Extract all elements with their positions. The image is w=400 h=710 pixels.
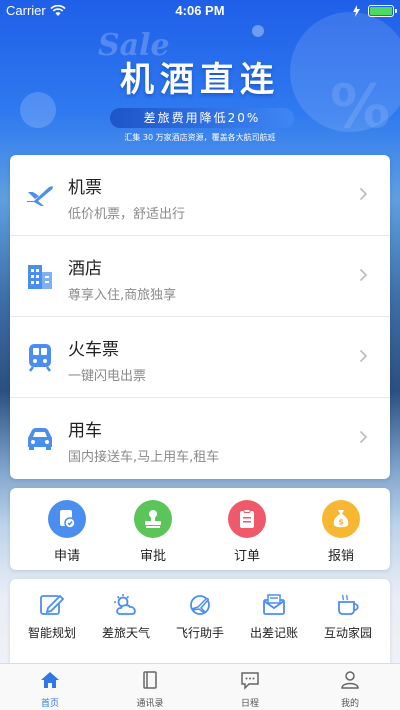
reimburse-button[interactable]: $ 报销 (311, 500, 371, 564)
coffee-cup-icon (338, 594, 359, 615)
decor-circle (252, 25, 264, 37)
car-icon (28, 428, 52, 450)
hotel-building-icon (28, 265, 52, 289)
travel-weather-button[interactable]: 差旅天气 (88, 593, 164, 641)
order-clipboard-icon (228, 500, 266, 538)
chevron-right-icon (359, 430, 368, 444)
chevron-right-icon (359, 187, 368, 201)
tool-label: 出差记账 (249, 626, 298, 640)
weather-icon (114, 594, 136, 615)
application-doc-icon (48, 500, 86, 538)
tool-label: 智能规划 (27, 626, 76, 640)
train-icon (29, 344, 51, 372)
service-name: 机票 (68, 178, 102, 198)
tool-label: 互动家园 (323, 626, 372, 640)
service-row-car[interactable]: 用车 国内接送车,马上用车,租车 (10, 398, 390, 479)
tools-card: 智能规划 差旅天气 飞行助手 出差记账 互动家园 (10, 579, 390, 663)
contacts-book-icon (143, 671, 157, 689)
service-row-train[interactable]: 火车票 一键闪电出票 (10, 317, 390, 398)
money-bag-icon: $ (322, 500, 360, 538)
apply-label: 申请 (53, 549, 80, 564)
chevron-right-icon (359, 349, 368, 363)
tab-label: 首页 (40, 699, 59, 709)
approve-button[interactable]: 审批 (123, 500, 183, 564)
expense-log-button[interactable]: 出差记账 (236, 593, 312, 641)
banner-subtitle: 差旅费用降低20% (110, 108, 294, 128)
community-button[interactable]: 互动家园 (310, 593, 386, 641)
service-name: 火车票 (68, 340, 119, 360)
tab-contacts[interactable]: 通讯录 (100, 670, 200, 709)
service-desc: 尊享入住,商旅独享 (68, 288, 177, 303)
schedule-chat-icon (241, 672, 259, 690)
chevron-right-icon (359, 268, 368, 282)
tool-label: 飞行助手 (175, 626, 224, 640)
workflow-card: 申请 审批 订单 $ 报销 (10, 488, 390, 570)
service-desc: 低价机票，舒适出行 (68, 207, 186, 222)
tab-label: 我的 (340, 699, 359, 709)
service-name: 用车 (68, 421, 102, 441)
edit-plan-icon (40, 594, 65, 615)
flight-assistant-button[interactable]: 飞行助手 (162, 593, 238, 641)
profile-person-icon (341, 671, 359, 689)
order-button[interactable]: 订单 (217, 500, 277, 564)
service-row-flight[interactable]: 机票 低价机票，舒适出行 (10, 155, 390, 236)
tab-profile[interactable]: 我的 (300, 670, 400, 709)
promo-banner[interactable]: % Sale 机酒直连 差旅费用降低20% 汇集 30 万家酒店资源，覆盖各大航… (0, 12, 400, 154)
airplane-icon (27, 186, 53, 206)
bottom-tab-bar: 首页 通讯录 日程 我的 (0, 663, 400, 710)
approve-label: 审批 (139, 549, 166, 564)
mail-ledger-icon (263, 594, 285, 615)
service-name: 酒店 (68, 259, 102, 279)
service-row-hotel[interactable]: 酒店 尊享入住,商旅独享 (10, 236, 390, 317)
tab-schedule[interactable]: 日程 (200, 670, 300, 709)
tab-home[interactable]: 首页 (0, 670, 100, 709)
service-list-card: 机票 低价机票，舒适出行 酒店 尊享入住,商旅独享 火车票 一键闪电出票 用车 … (10, 155, 390, 479)
approval-stamp-icon (134, 500, 172, 538)
smart-plan-button[interactable]: 智能规划 (14, 593, 90, 641)
banner-title: 机酒直连 (120, 60, 280, 100)
flight-assistant-icon (190, 595, 210, 615)
tab-label: 通讯录 (136, 699, 164, 709)
tab-label: 日程 (240, 699, 259, 709)
service-desc: 国内接送车,马上用车,租车 (68, 450, 220, 465)
order-label: 订单 (233, 549, 260, 564)
banner-caption: 汇集 30 万家酒店资源，覆盖各大航司航班 (124, 133, 276, 142)
apply-button[interactable]: 申请 (37, 500, 97, 564)
reimburse-label: 报销 (327, 549, 354, 564)
home-icon (41, 672, 59, 688)
service-desc: 一键闪电出票 (68, 369, 147, 384)
tool-label: 差旅天气 (101, 626, 150, 640)
svg-text:$: $ (338, 518, 344, 527)
